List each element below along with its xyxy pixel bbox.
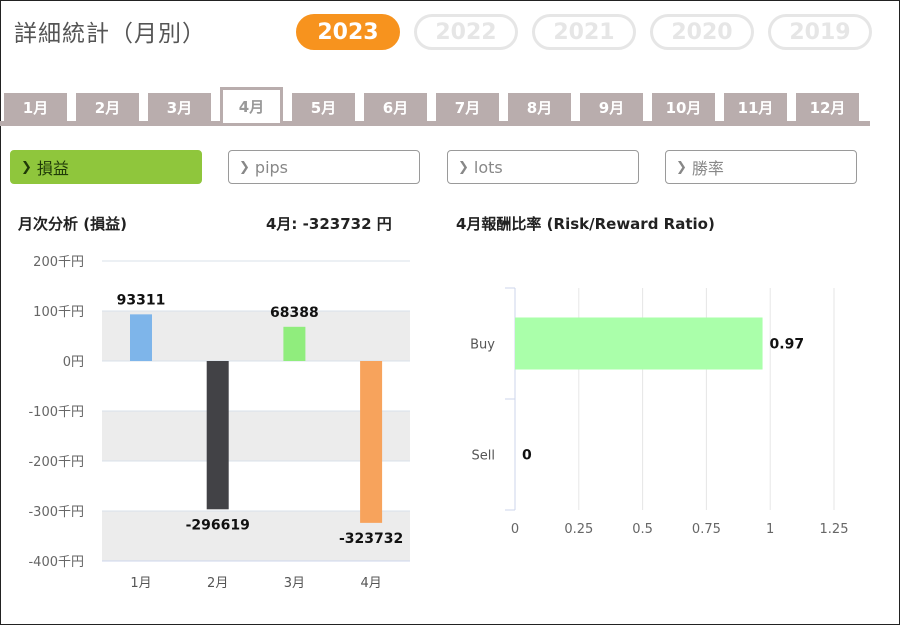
- month-tab-2[interactable]: 2月: [76, 93, 139, 121]
- chevron-right-icon: ❯: [239, 159, 250, 175]
- metric-label: 損益: [36, 159, 69, 178]
- metric-button-lots[interactable]: ❯ lots: [447, 150, 639, 184]
- x-tick-label: 0.25: [564, 522, 593, 537]
- month-tab-6[interactable]: 6月: [364, 93, 427, 121]
- x-tick-label: 2月: [207, 576, 228, 591]
- month-tab-10[interactable]: 10月: [652, 93, 715, 121]
- month-tab-4[interactable]: 4月: [220, 87, 283, 123]
- bar: [360, 361, 383, 523]
- month-tab-12[interactable]: 12月: [796, 93, 859, 121]
- x-tick-label: 0.5: [632, 522, 653, 537]
- month-tab-8[interactable]: 8月: [508, 93, 571, 121]
- year-selector: 2023 2022 2021 2020 2019: [296, 14, 872, 50]
- data-label: 68388: [270, 305, 319, 321]
- y-tick-label: -100千円: [28, 405, 84, 420]
- x-tick-label: 3月: [284, 576, 305, 591]
- data-label: 0.97: [770, 337, 805, 353]
- year-tab-2021[interactable]: 2021: [532, 14, 636, 50]
- metric-label: 勝率: [691, 159, 724, 178]
- monthly-chart-title: 月次分析 (損益): [18, 215, 127, 233]
- bar: [515, 317, 763, 370]
- bar: [283, 326, 306, 361]
- metric-label: pips: [254, 157, 288, 177]
- ratio-chart-title: 4月報酬比率 (Risk/Reward Ratio): [456, 215, 715, 233]
- y-tick-label: Sell: [472, 449, 495, 464]
- monthly-summary: 4月: -323732 円: [266, 215, 392, 233]
- bar: [206, 361, 229, 510]
- risk-reward-chart: 0 0.25 0.5 0.75 1 1.25 0.97 Buy 0 Sell: [470, 287, 849, 537]
- metric-button-winrate[interactable]: ❯ 勝率: [665, 150, 857, 184]
- data-label: 0: [522, 448, 532, 464]
- x-tick-label: 0: [511, 522, 519, 537]
- data-label: -323732: [339, 531, 403, 547]
- x-tick-label: 4月: [360, 576, 381, 591]
- x-tick-label: 1.25: [820, 522, 849, 537]
- year-tab-2020[interactable]: 2020: [650, 14, 754, 50]
- chevron-right-icon: ❯: [458, 159, 469, 175]
- month-tab-1[interactable]: 1月: [4, 93, 67, 121]
- metric-button-pnl[interactable]: ❯ 損益: [10, 150, 202, 184]
- y-tick-label: Buy: [470, 338, 495, 353]
- metric-label: lots: [473, 157, 503, 177]
- y-tick-label: -400千円: [28, 555, 84, 570]
- data-label: 93311: [117, 292, 166, 308]
- x-tick-label: 1: [766, 522, 774, 537]
- month-tabs-underline: [0, 121, 870, 126]
- x-tick-label: 0.75: [692, 522, 721, 537]
- bar: [130, 314, 152, 361]
- year-tab-2022[interactable]: 2022: [414, 14, 518, 50]
- page-title: 詳細統計（月別）: [14, 21, 206, 47]
- year-tab-2019[interactable]: 2019: [768, 14, 872, 50]
- month-tab-7[interactable]: 7月: [436, 93, 499, 121]
- monthly-pnl-chart: 200千円 100千円 0円 -100千円 -200千円 -300千円 -400千円 9331…: [28, 255, 410, 591]
- chevron-right-icon: ❯: [676, 159, 687, 175]
- y-tick-label: 100千円: [33, 305, 84, 320]
- y-tick-label: -300千円: [28, 505, 84, 520]
- month-tab-11[interactable]: 11月: [724, 93, 787, 121]
- month-tabs: 1月 2月 3月 4月 5月 6月 7月 8月 9月 10月 11月 12月: [4, 87, 874, 123]
- data-label: -296619: [186, 517, 250, 533]
- month-tab-5[interactable]: 5月: [292, 93, 355, 121]
- chevron-right-icon: ❯: [21, 159, 32, 175]
- y-tick-label: 200千円: [33, 255, 84, 270]
- y-tick-label: 0円: [63, 355, 84, 370]
- x-tick-label: 1月: [130, 576, 151, 591]
- month-tab-3[interactable]: 3月: [148, 93, 211, 121]
- metric-button-pips[interactable]: ❯ pips: [228, 150, 420, 184]
- year-tab-2023[interactable]: 2023: [296, 14, 400, 50]
- y-tick-label: -200千円: [28, 455, 84, 470]
- month-tab-9[interactable]: 9月: [580, 93, 643, 121]
